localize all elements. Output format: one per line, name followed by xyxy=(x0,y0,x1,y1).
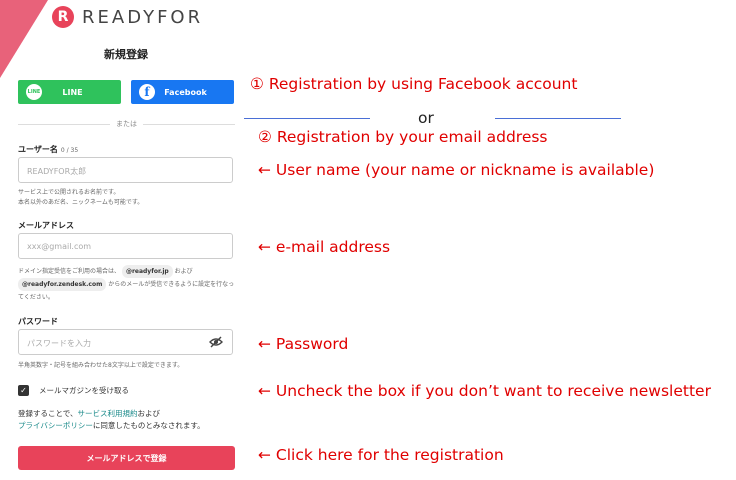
terms-prefix: 登録することで、 xyxy=(18,409,78,418)
domain-badge: @readyfor.jp xyxy=(121,265,173,278)
annotation-or: or xyxy=(418,109,434,127)
facebook-login-button[interactable]: f Facebook xyxy=(131,80,234,104)
username-label: ユーザー名 0 / 35 xyxy=(18,144,78,155)
annotation-newsletter: ← Uncheck the box if you don’t want to r… xyxy=(258,382,711,400)
annotation-submit: ← Click here for the registration xyxy=(258,446,504,464)
brand-logo[interactable]: R READYFOR xyxy=(52,6,203,28)
privacy-policy-link[interactable]: プライバシーポリシー xyxy=(18,421,93,430)
terms-text: 登録することで、サービス利用規約および プライバシーポリシーに同意したものとみな… xyxy=(18,408,248,432)
password-label: パスワード xyxy=(18,317,58,326)
or-divider-text: または xyxy=(116,120,137,128)
username-help: サービス上で公開されるお名前です。 本名以外のあだ名、ニックネームも可能です。 xyxy=(18,188,238,208)
terms-and: および xyxy=(137,409,160,418)
annotation-email: ← e-mail address xyxy=(258,238,391,256)
terms-of-service-link[interactable]: サービス利用規約 xyxy=(77,409,137,418)
brand-mark-icon: R xyxy=(52,6,74,28)
username-input[interactable]: READYFOR太郎 xyxy=(18,157,233,183)
email-input[interactable]: xxx@gmail.com xyxy=(18,233,233,259)
brand-name: READYFOR xyxy=(82,6,204,28)
password-input[interactable]: パスワードを入力 xyxy=(18,329,233,355)
divider-rule xyxy=(18,123,110,125)
eye-off-icon[interactable] xyxy=(209,336,223,348)
email-help: ドメイン指定受信をご利用の場合は、 @readyfor.jp および @read… xyxy=(18,265,238,304)
annotation-password: ← Password xyxy=(258,335,349,353)
corner-accent xyxy=(0,0,48,78)
username-help-line: サービス上で公開されるお名前です。 xyxy=(18,189,120,196)
domain-badge: @readyfor.zendesk.com xyxy=(18,278,107,291)
annotation-username: ← User name (your name or nickname is av… xyxy=(258,161,655,179)
email-help-prefix: ドメイン指定受信をご利用の場合は、 xyxy=(18,268,121,275)
divider-rule xyxy=(143,123,235,125)
or-divider: または xyxy=(18,119,235,129)
newsletter-checkbox[interactable]: ✓ xyxy=(18,385,29,396)
facebook-icon: f xyxy=(139,84,155,100)
username-char-count: 0 / 35 xyxy=(60,147,79,154)
line-login-button[interactable]: LINE LINE xyxy=(18,80,121,104)
annotation-rule-right xyxy=(495,118,621,119)
newsletter-label[interactable]: メールマガジンを受け取る xyxy=(39,385,129,396)
username-help-line: 本名以外のあだ名、ニックネームも可能です。 xyxy=(18,199,144,206)
terms-suffix: に同意したものとみなされます。 xyxy=(92,421,205,430)
email-label: メールアドレス xyxy=(18,221,74,230)
username-label-text: ユーザー名 xyxy=(18,145,58,154)
annotation-email-registration: ② Registration by your email address xyxy=(258,128,548,146)
line-icon: LINE xyxy=(26,84,42,100)
password-help: 半角英数字・記号を組み合わせた8文字以上で設定できます。 xyxy=(18,362,184,369)
page-title: 新規登録 xyxy=(104,48,148,61)
annotation-facebook: ① Registration by using Facebook account xyxy=(250,75,578,93)
register-with-email-button[interactable]: メールアドレスで登録 xyxy=(18,446,235,470)
email-help-and: および xyxy=(174,268,193,275)
annotation-rule-left xyxy=(244,118,370,119)
